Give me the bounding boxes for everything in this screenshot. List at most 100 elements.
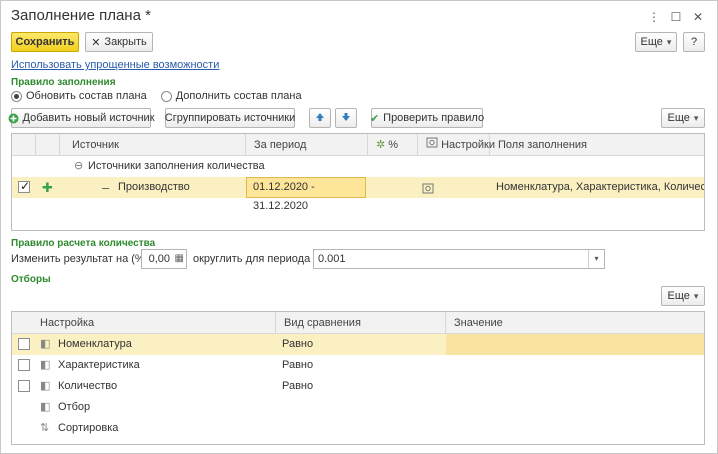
filters-table: Настройка Вид сравнения Значение ◧ Номен… (11, 311, 705, 445)
move-up-button[interactable] (309, 108, 331, 128)
col-percent[interactable]: ✲ % (368, 134, 418, 156)
quantity-rule-title: Правило расчета количества (11, 238, 156, 249)
col-percent-label: % (388, 139, 399, 151)
group-sources-label: Сгруппировать источники (164, 112, 296, 124)
move-down-button[interactable] (335, 108, 357, 128)
col-comparison[interactable]: Вид сравнения (276, 312, 446, 334)
fill-rule-title: Правило заполнения (11, 77, 116, 88)
filters-more-button[interactable]: Еще (661, 286, 705, 306)
more-icon[interactable]: ⋮ (643, 7, 665, 27)
dropdown-arrow-icon[interactable]: ▾ (588, 250, 604, 268)
arrow-down-icon (341, 112, 351, 125)
filter-name: Количество (58, 380, 118, 392)
save-button-label: Сохранить (15, 36, 75, 48)
group-row-label: Источники заполнения количества (88, 160, 265, 172)
col-icon (36, 134, 60, 156)
source-row[interactable]: ✚ – Производство 01.12.2020 - 31.12.2020… (12, 177, 705, 212)
check-rule-label: Проверить правило (383, 112, 485, 124)
filter-row[interactable]: ◧ Характеристика Равно (12, 355, 704, 376)
filter-checkbox[interactable] (18, 359, 30, 371)
change-result-label: Изменить результат на (%): (11, 253, 152, 265)
filter-comparison[interactable]: Равно (282, 355, 313, 376)
more-button-label: Еще (640, 36, 663, 48)
check-rule-button[interactable]: ✔ Проверить правило (369, 108, 485, 128)
col-setting[interactable]: Настройка (12, 312, 276, 334)
radio-update-label: Обновить состав плана (26, 90, 147, 102)
filter-field-icon: ◧ (40, 359, 51, 371)
source-row-checkbox[interactable] (18, 179, 30, 193)
close-x-icon: ✕ (91, 36, 101, 49)
filter-group-row[interactable]: ◧ Отбор (12, 397, 704, 418)
col-settings[interactable]: Настройки (418, 134, 495, 156)
simplified-mode-link[interactable]: Использовать упрощенные возможности (11, 59, 219, 71)
round-period-value: 0.001 (318, 253, 346, 265)
filter-row[interactable]: ◧ Количество Равно (12, 376, 704, 397)
source-name: Производство (118, 181, 190, 193)
col-period[interactable]: За период (246, 134, 368, 156)
sort-name: Сортировка (58, 422, 119, 434)
sort-row[interactable]: ⇅ Сортировка (12, 418, 704, 439)
settings-icon[interactable] (422, 182, 434, 194)
fill-rule-radio-group: Обновить состав плана Дополнить состав п… (11, 90, 302, 102)
radio-dot-selected (11, 90, 22, 102)
save-button[interactable]: Сохранить (11, 32, 79, 52)
form-title: Заполнение плана * (11, 7, 151, 24)
sources-more-button[interactable]: Еще (661, 108, 705, 128)
filters-more-label: Еще (667, 290, 690, 302)
radio-append-plan[interactable]: Дополнить состав плана (160, 90, 302, 102)
col-settings-label: Настройки (441, 139, 495, 151)
period-field[interactable]: 01.12.2020 - 31.12.2020 (246, 177, 366, 212)
filter-row[interactable]: ◧ Номенклатура Равно (12, 334, 704, 355)
filter-field-icon: ◧ (40, 338, 51, 350)
col-check (12, 134, 36, 156)
form-window: Заполнение плана * ⋮ ☐ ✕ Сохранить ✕ Зак… (0, 0, 718, 454)
group-sources-button[interactable]: Сгруппировать источники (165, 108, 295, 128)
filter-comparison[interactable]: Равно (282, 334, 313, 355)
group-row[interactable]: ⊖ Источники заполнения количества (12, 156, 704, 177)
help-button[interactable]: ? (683, 32, 705, 52)
filter-name: Отбор (58, 401, 91, 413)
percent-icon: ✲ (376, 139, 386, 151)
col-fields[interactable]: Поля заполнения (490, 134, 704, 156)
filter-name: Номенклатура (58, 338, 132, 350)
sources-table: Источник За период ✲ % Настройки Поля за… (11, 133, 705, 231)
add-source-button[interactable]: Добавить новый источник (8, 108, 155, 128)
add-source-label: Добавить новый источник (22, 112, 155, 124)
check-icon: ✔ (369, 112, 380, 125)
filter-comparison[interactable]: Равно (282, 376, 313, 397)
source-fields: Номенклатура, Характеристика, Количество (496, 181, 705, 193)
arrow-up-icon (315, 112, 325, 125)
window-controls: ⋮ ☐ ✕ (643, 7, 709, 27)
more-button[interactable]: Еще (635, 32, 677, 52)
filters-table-header: Настройка Вид сравнения Значение (12, 312, 704, 334)
radio-update-plan[interactable]: Обновить состав плана (11, 90, 147, 102)
collapse-icon[interactable]: ⊖ (74, 156, 83, 177)
sources-more-label: Еще (667, 112, 690, 124)
change-result-field[interactable]: 0,00 ▦ (141, 249, 187, 269)
close-button[interactable]: ✕ Закрыть (85, 32, 153, 52)
filter-checkbox[interactable] (18, 380, 30, 392)
sort-icon: ⇅ (40, 422, 50, 434)
filter-checkbox[interactable] (18, 338, 30, 350)
add-icon (8, 113, 19, 124)
close-icon[interactable]: ✕ (687, 7, 709, 27)
filter-value[interactable] (446, 334, 704, 355)
radio-dot (160, 90, 172, 102)
settings-header-icon (426, 137, 441, 151)
change-result-value: 0,00 (148, 253, 170, 265)
filter-name: Характеристика (58, 359, 140, 371)
round-label: округлить для периода до: (193, 253, 329, 265)
restore-icon[interactable]: ☐ (665, 7, 687, 27)
col-source[interactable]: Источник (60, 134, 246, 156)
col-value[interactable]: Значение (446, 312, 704, 334)
round-period-select[interactable]: 0.001 ▾ (313, 249, 605, 269)
filters-title: Отборы (11, 274, 51, 285)
calculator-icon[interactable]: ▦ (175, 250, 184, 268)
level-minus-icon: – (102, 180, 110, 195)
sources-table-header: Источник За период ✲ % Настройки Поля за… (12, 134, 704, 156)
source-plus-icon: ✚ (42, 180, 53, 195)
help-button-label: ? (690, 36, 698, 48)
close-button-label: Закрыть (104, 36, 147, 48)
filter-group-icon: ◧ (40, 401, 51, 413)
radio-append-label: Дополнить состав плана (175, 90, 302, 102)
